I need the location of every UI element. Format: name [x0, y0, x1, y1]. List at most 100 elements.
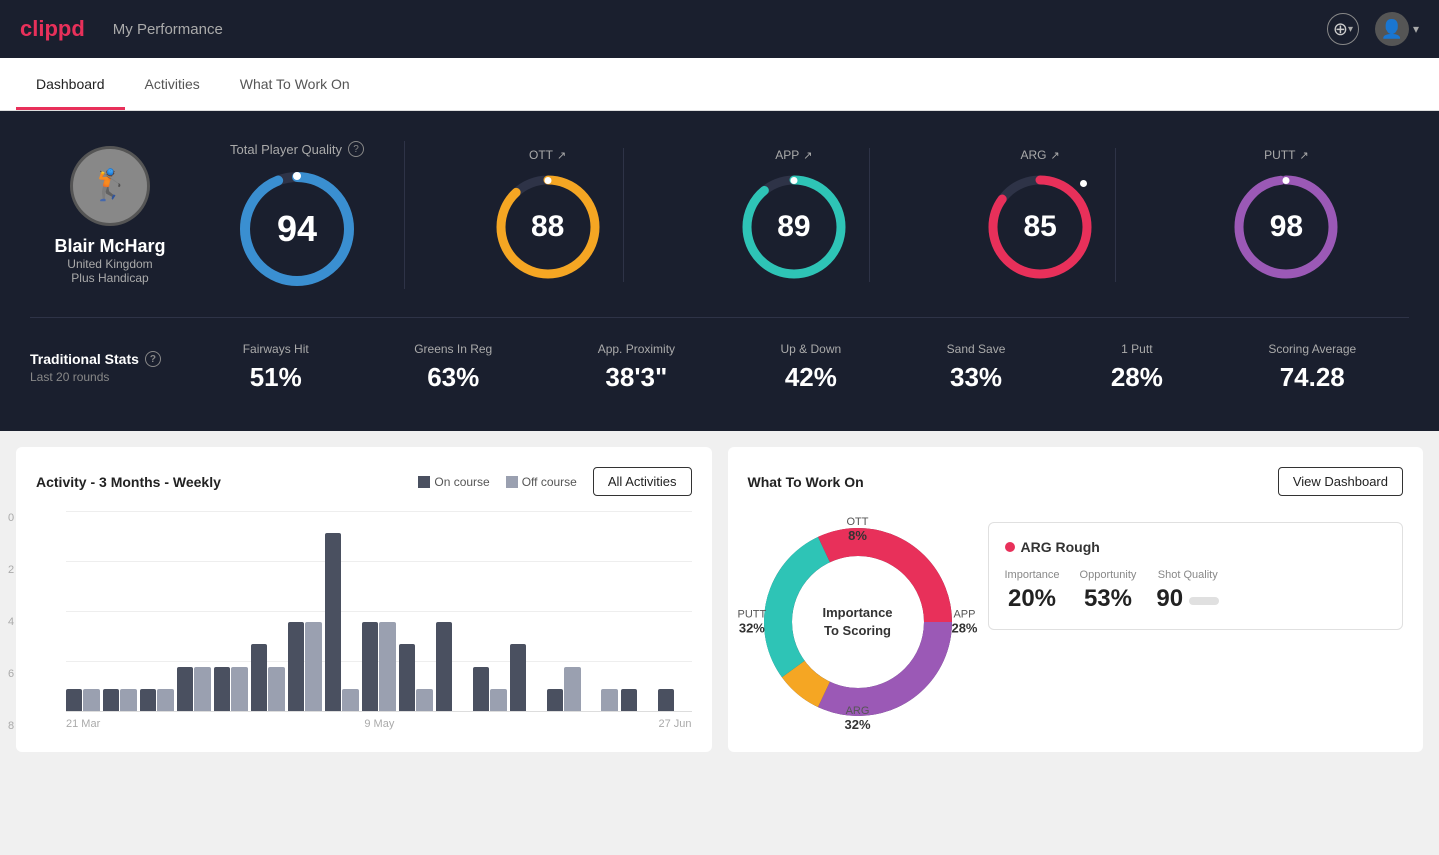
bar-on-course — [288, 622, 304, 711]
quality-dot — [293, 172, 301, 180]
activity-title: Activity - 3 Months - Weekly — [36, 474, 221, 490]
bar-off-course — [416, 689, 432, 711]
bar-on-course — [547, 689, 563, 711]
stat-1putt: 1 Putt 28% — [1111, 342, 1163, 393]
stat-sandsave: Sand Save 33% — [947, 342, 1006, 393]
work-on-content: ImportanceTo Scoring OTT 8% APP 28% ARG … — [748, 512, 1404, 732]
bar-group — [251, 644, 285, 711]
stats-subtitle: Last 20 rounds — [30, 370, 190, 384]
metric-arg-label: ARG ↗ — [1021, 148, 1060, 162]
tab-activities[interactable]: Activities — [125, 58, 220, 110]
bar-group — [399, 644, 433, 711]
on-course-dot — [418, 476, 430, 488]
bar-group — [658, 689, 692, 711]
bar-off-course — [564, 667, 580, 711]
stats-info-icon[interactable]: ? — [145, 351, 161, 367]
bar-on-course — [66, 689, 82, 711]
detail-importance: Importance 20% — [1005, 569, 1060, 613]
activity-card-header: Activity - 3 Months - Weekly On course O… — [36, 467, 692, 496]
avatar-chevron-icon: ▾ — [1413, 22, 1419, 36]
bar-off-course — [305, 622, 321, 711]
bar-off-course — [83, 689, 99, 711]
all-activities-button[interactable]: All Activities — [593, 467, 692, 496]
bar-group — [103, 689, 137, 711]
activity-controls: On course Off course All Activities — [418, 467, 691, 496]
bar-off-course — [342, 689, 358, 711]
logo: clippd — [20, 16, 85, 42]
traditional-stats: Traditional Stats ? Last 20 rounds Fairw… — [30, 318, 1409, 401]
detail-card: ARG Rough Importance 20% Opportunity 53%… — [988, 522, 1404, 630]
tab-what-to-work-on[interactable]: What To Work On — [220, 58, 370, 110]
player-country: United Kingdom — [67, 257, 152, 271]
donut-chart: ImportanceTo Scoring OTT 8% APP 28% ARG … — [748, 512, 968, 732]
tabs-bar: Dashboard Activities What To Work On — [0, 58, 1439, 111]
player-name: Blair McHarg — [54, 236, 165, 257]
bar-group — [288, 622, 322, 711]
bar-group — [621, 689, 655, 711]
putt-value: 98 — [1270, 210, 1303, 244]
donut-label-ott: OTT 8% — [847, 516, 869, 543]
total-quality-label: Total Player Quality ? — [230, 141, 364, 157]
hero-top: 🏌️ Blair McHarg United Kingdom Plus Hand… — [30, 141, 1409, 318]
bar-on-course — [177, 667, 193, 711]
app-circle: 89 — [739, 172, 849, 282]
stat-proximity: App. Proximity 38'3" — [598, 342, 675, 393]
plus-icon: ⊕ — [1333, 19, 1348, 40]
metric-putt-label: PUTT ↗ — [1264, 148, 1309, 162]
bar-on-course — [325, 533, 341, 711]
bar-on-course — [658, 689, 674, 711]
bar-group — [214, 667, 248, 711]
bar-on-course — [510, 644, 526, 711]
quality-section: Total Player Quality ? 94 — [230, 141, 1409, 289]
bar-on-course — [251, 644, 267, 711]
bar-off-course — [490, 689, 506, 711]
legend-off-course: Off course — [506, 475, 577, 489]
metric-ott-label: OTT ↗ — [529, 148, 566, 162]
detail-dot-icon — [1005, 542, 1015, 552]
x-axis-labels: 21 Mar 9 May 27 Jun — [66, 712, 692, 730]
hero-section: 🏌️ Blair McHarg United Kingdom Plus Hand… — [0, 111, 1439, 431]
user-menu[interactable]: 👤 ▾ — [1375, 12, 1419, 46]
bar-group — [66, 689, 100, 711]
bar-group — [325, 533, 359, 711]
detail-card-title: ARG Rough — [1005, 539, 1387, 555]
metric-ott: OTT ↗ 88 — [473, 148, 624, 282]
header: clippd My Performance ⊕ ▾ 👤 ▾ — [0, 0, 1439, 58]
view-dashboard-button[interactable]: View Dashboard — [1278, 467, 1403, 496]
work-on-card: What To Work On View Dashboard — [728, 447, 1424, 752]
bar-on-course — [140, 689, 156, 711]
total-quality: Total Player Quality ? 94 — [230, 141, 405, 289]
bar-off-course — [268, 667, 284, 711]
bar-on-course — [103, 689, 119, 711]
bar-group — [436, 622, 470, 711]
chevron-down-icon: ▾ — [1348, 24, 1353, 35]
arg-value: 85 — [1023, 210, 1056, 244]
add-button[interactable]: ⊕ ▾ — [1327, 13, 1359, 45]
stat-cols: Fairways Hit 51% Greens In Reg 63% App. … — [190, 342, 1409, 393]
bar-off-course — [379, 622, 395, 711]
metric-arg: ARG ↗ 85 — [965, 148, 1116, 282]
app-arrow-icon: ↗ — [803, 149, 812, 162]
chart-bars — [66, 512, 692, 712]
bar-off-course — [157, 689, 173, 711]
chart-area: 8 6 4 2 0 21 Mar 9 May 27 Jun — [36, 512, 692, 732]
putt-circle: 98 — [1231, 172, 1341, 282]
bar-group — [473, 667, 507, 711]
bar-on-course — [473, 667, 489, 711]
tab-dashboard[interactable]: Dashboard — [16, 58, 125, 110]
bar-on-course — [621, 689, 637, 711]
stats-label-col: Traditional Stats ? Last 20 rounds — [30, 351, 190, 384]
bar-on-course — [362, 622, 378, 711]
player-avatar: 🏌️ — [70, 146, 150, 226]
stat-scoring: Scoring Average 74.28 — [1268, 342, 1356, 393]
player-handicap: Plus Handicap — [71, 271, 148, 285]
donut-label-putt: PUTT 32% — [738, 609, 767, 636]
total-quality-info-icon[interactable]: ? — [348, 141, 364, 157]
work-on-title: What To Work On — [748, 474, 864, 490]
legend-on-course: On course — [418, 475, 489, 489]
detail-section: ARG Rough Importance 20% Opportunity 53%… — [988, 512, 1404, 630]
donut-label-app: APP 28% — [951, 609, 977, 636]
bar-group — [362, 622, 396, 711]
detail-opportunity: Opportunity 53% — [1080, 569, 1137, 613]
bar-group — [547, 667, 581, 711]
